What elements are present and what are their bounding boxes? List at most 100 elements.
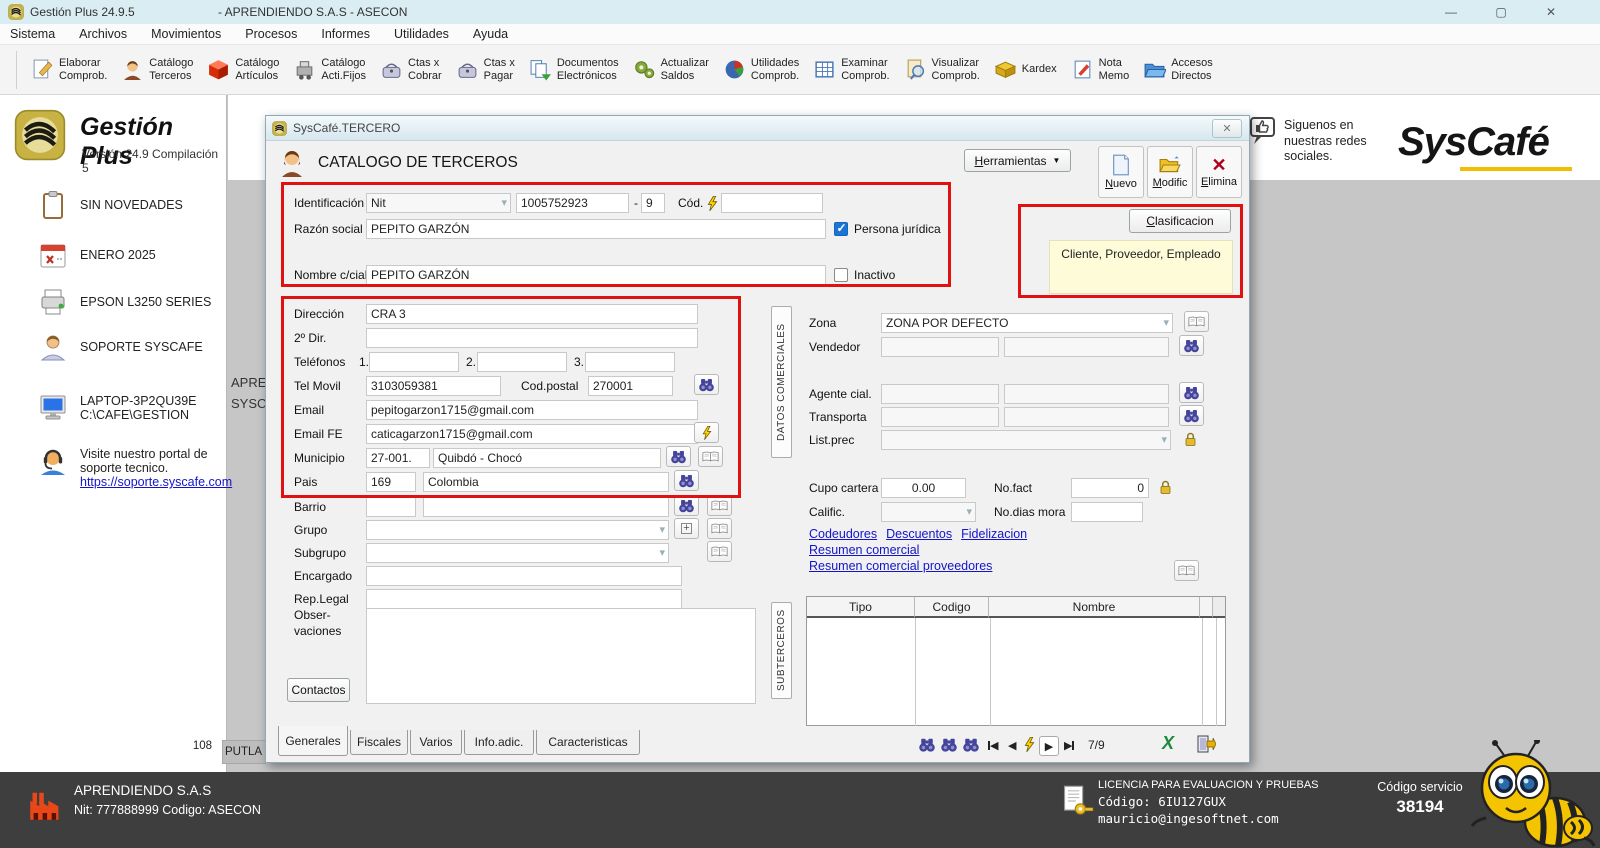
no-dias-mora-input[interactable] [1071,502,1143,522]
nav-bolt-icon[interactable] [1024,737,1035,752]
toolbar-catalogo-articulos[interactable]: CatálogoArtículos [207,57,279,82]
toolbar-catalogo-terceros[interactable]: CatálogoTerceros [121,57,193,82]
subgrupo-book-button[interactable] [707,541,732,562]
buscar-municipio-button[interactable] [666,446,691,467]
dialog-close-button[interactable]: ✕ [1212,119,1242,138]
persona-juridica-checkbox[interactable] [834,222,848,236]
buscar-icon-2[interactable] [940,737,958,753]
fidelizacion-link[interactable]: Fidelizacion [961,527,1027,541]
toolbar-accesos-directos[interactable]: AccesosDirectos [1143,57,1213,82]
toolbar-ctas-pagar[interactable]: Ctas xPagar [456,57,515,82]
buscar-agente-button[interactable] [1179,382,1204,403]
modificar-button[interactable]: Modific [1147,146,1193,198]
menu-utilidades[interactable]: Utilidades [394,27,449,41]
transporta-nombre-input[interactable] [1004,407,1169,427]
tab-varios[interactable]: Varios [410,730,462,755]
zona-book-button[interactable] [1184,311,1209,332]
column-header-tipo[interactable]: Tipo [807,597,915,618]
direccion-input[interactable]: CRA 3 [366,304,698,324]
toolbar-utilidades-comprob[interactable]: UtilidadesComprob. [723,57,799,82]
sidebar-item-soporte[interactable]: SOPORTE SYSCAFE [38,332,203,362]
toolbar-nota-memo[interactable]: NotaMemo [1071,57,1130,82]
tab-info-adic[interactable]: Info.adic. [464,730,534,755]
encargado-input[interactable] [366,566,682,586]
toolbar-visualizar-comprob[interactable]: VisualizarComprob. [904,57,980,82]
eliminar-button[interactable]: ✕ Elimina [1196,146,1242,198]
column-header-nombre[interactable]: Nombre [989,597,1200,618]
toolbar-actualizar-saldos[interactable]: ActualizarSaldos [633,57,709,82]
grupo-select[interactable] [366,520,669,540]
municipio-book-button[interactable] [698,446,723,467]
sidebar-item-equipo[interactable]: LAPTOP-3P2QU39EC:\CAFE\GESTION [38,392,197,422]
menu-movimientos[interactable]: Movimientos [151,27,221,41]
pais-nombre-input[interactable]: Colombia [423,472,669,492]
cod-postal-input[interactable]: 270001 [588,376,673,396]
toolbar-examinar-comprob[interactable]: ExaminarComprob. [813,57,889,82]
buscar-transporta-button[interactable] [1179,405,1204,426]
excel-export-icon[interactable]: X [1162,733,1174,754]
agente-codigo-input[interactable] [881,384,999,404]
cupo-cartera-input[interactable]: 0.00 [881,478,966,498]
nav-prev-button[interactable]: ◀ [1008,739,1016,752]
resumen-book-button[interactable] [1174,560,1199,581]
soporte-link[interactable]: https://soporte.syscafe.com [80,475,232,489]
nav-next-button[interactable]: ▶ [1039,736,1059,756]
telefono1-input[interactable] [369,352,459,372]
buscar-cod-postal-button[interactable] [694,374,719,395]
sidebar-item-impresora[interactable]: EPSON L3250 SERIES [38,287,211,317]
codigo-input[interactable] [721,193,823,213]
clasificacion-button[interactable]: Clasificacion [1129,209,1231,233]
tab-caracteristicas[interactable]: Caracteristicas [536,730,640,755]
pais-codigo-input[interactable]: 169 [366,472,416,492]
buscar-vendedor-button[interactable] [1179,335,1204,356]
resumen-comercial-link[interactable]: Resumen comercial [809,543,919,557]
nav-last-button[interactable]: ▶ [1064,739,1074,752]
menu-sistema[interactable]: Sistema [10,27,55,41]
barrio-codigo-input[interactable] [366,497,416,517]
herramientas-button[interactable]: Herramientas▼ [964,149,1071,172]
email-fe-bolt-button[interactable] [694,422,719,443]
vendedor-nombre-input[interactable] [1004,337,1169,357]
menu-ayuda[interactable]: Ayuda [473,27,508,41]
datos-comerciales-vtab[interactable]: DATOS COMERCIALES [771,306,792,458]
tipo-identificacion-select[interactable]: Nit [366,193,511,213]
descuentos-link[interactable]: Descuentos [886,527,952,541]
municipio-codigo-input[interactable]: 27-001. [366,448,430,468]
close-button[interactable]: ✕ [1528,0,1574,24]
sidebar-item-periodo[interactable]: ENERO 2025 [38,240,156,270]
buscar-icon-3[interactable] [962,737,980,753]
grupo-book-button[interactable] [707,518,732,539]
toolbar-catalogo-actifijos[interactable]: CatálogoActi.Fijos [293,57,366,82]
nav-first-button[interactable]: ◀ [988,739,998,752]
direccion2-input[interactable] [366,328,698,348]
calific-select[interactable] [881,502,976,522]
numero-identificacion-input[interactable]: 1005752923 [516,193,629,213]
minimize-button[interactable]: — [1428,0,1474,24]
email-input[interactable]: pepitogarzon1715@gmail.com [366,400,698,420]
menu-informes[interactable]: Informes [321,27,370,41]
sidebar-item-novedades[interactable]: SIN NOVEDADES [38,190,183,220]
toolbar-ctas-cobrar[interactable]: Ctas xCobrar [380,57,442,82]
municipio-nombre-input[interactable]: Quibdó - Chocó [433,448,661,468]
barrio-book-button[interactable] [707,495,732,516]
subterceros-vtab[interactable]: SUBTERCEROS [771,602,792,699]
tab-generales[interactable]: Generales [278,726,348,756]
grupo-add-button[interactable]: + [674,518,699,539]
digito-verificacion-input[interactable]: 9 [641,193,665,213]
exit-door-icon[interactable] [1196,734,1216,754]
menu-archivos[interactable]: Archivos [79,27,127,41]
sidebar-item-portal[interactable]: Visite nuestro portal desoporte tecnico.… [38,447,232,489]
telefono2-input[interactable] [477,352,567,372]
inactivo-checkbox[interactable] [834,268,848,282]
menu-procesos[interactable]: Procesos [245,27,297,41]
transporta-codigo-input[interactable] [881,407,999,427]
subgrupo-select[interactable] [366,543,669,563]
agente-nombre-input[interactable] [1004,384,1169,404]
column-header-codigo[interactable]: Codigo [915,597,989,618]
buscar-pais-button[interactable] [674,470,699,491]
buscar-icon-1[interactable] [918,737,936,753]
nombre-comercial-input[interactable]: PEPITO GARZÓN [366,265,826,285]
barrio-nombre-input[interactable] [423,497,669,517]
observaciones-textarea[interactable] [366,608,756,704]
telefono3-input[interactable] [585,352,675,372]
